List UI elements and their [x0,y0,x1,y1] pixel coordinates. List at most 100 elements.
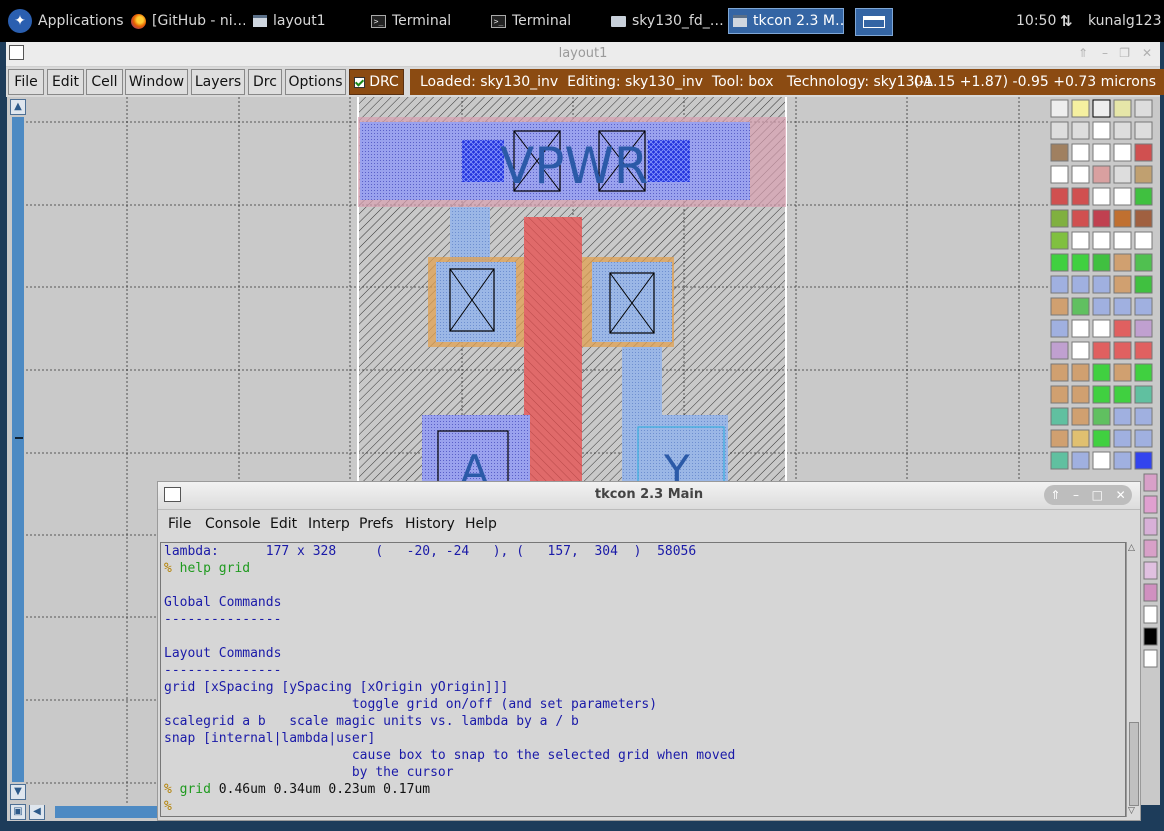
clock[interactable]: 10:50 [1016,8,1056,34]
menu-drc[interactable]: Drc [248,69,282,95]
prompt: % [164,561,172,576]
scroll-up-icon[interactable]: ▲ [10,99,26,115]
task-label: [GitHub - ni… [152,13,245,29]
console-line: Layout Commands [164,646,282,661]
firefox-icon [131,13,146,29]
task-folder[interactable]: sky130_fd_… [611,8,723,34]
terminal-icon: >_ [371,14,386,28]
task-firefox[interactable]: [GitHub - ni… [131,8,245,34]
clock-time: 10:50 [1016,13,1057,29]
cursor-coords: (-1.15 +1.87) -0.95 +0.73 microns [913,74,1156,90]
tkcon-title: tkcon 2.3 Main [594,487,704,502]
drc-toggle[interactable]: DRC [349,69,404,95]
menu-window[interactable]: Window [125,69,188,95]
menu-file[interactable]: File [8,69,44,95]
window-controls: ⇑ – □ ✕ [1044,485,1132,505]
show-desktop-button[interactable] [855,8,893,36]
console-input-prompt[interactable]: % [164,798,172,815]
task-label: sky130_fd_… [632,13,723,29]
maximize-icon[interactable]: ❐ [1119,46,1130,60]
maximize-icon[interactable]: □ [1092,488,1103,502]
terminal-icon: >_ [491,14,506,28]
window-icon [733,15,747,27]
tk-menu-edit[interactable]: Edit [270,516,297,532]
command-args: 0.46um 0.34um 0.23um 0.17um [210,782,431,797]
shade-icon[interactable]: ⇑ [1050,488,1060,502]
console-line: by the cursor [164,765,454,780]
console-line: --------------- [164,663,282,678]
close-icon[interactable]: ✕ [1142,46,1152,60]
drc-checkbox[interactable] [354,76,366,88]
window-title: layout1 [558,46,608,61]
desktop-icon [863,16,885,28]
user-menu[interactable]: kunalg123 [1088,8,1162,34]
network-arrows-icon: ⇅ [1060,12,1073,30]
vertical-scroll-thumb[interactable] [15,437,23,439]
applications-menu[interactable]: ✦ Applications [8,8,124,34]
console-line: % help grid [164,560,250,577]
vertical-scroll-track[interactable] [12,117,24,782]
xfce-logo-icon: ✦ [8,9,32,33]
scroll-left-icon[interactable]: ◀ [29,804,45,820]
console-line: snap [internal|lambda|user] [164,731,376,746]
minimize-icon[interactable]: – [1073,488,1079,502]
menu-layers[interactable]: Layers [191,69,245,95]
network-indicator[interactable]: ⇅ [1060,8,1073,34]
vpwr-label: VPWR [500,137,649,195]
username: kunalg123 [1088,13,1162,29]
prompt: % [164,782,172,797]
task-terminal-2[interactable]: >_ Terminal [491,8,601,34]
tkcon-scroll-thumb[interactable] [1129,722,1139,806]
magic-titlebar[interactable]: layout1 ⇑ – ❐ ✕ [6,42,1160,67]
status-bar: Loaded: sky130_inv Editing: sky130_inv T… [410,69,1164,95]
close-icon[interactable]: ✕ [1116,488,1126,502]
task-label: Terminal [392,13,452,29]
folder-icon [611,15,626,27]
scroll-down-icon[interactable]: ▽ [1128,806,1135,816]
tk-menu-history[interactable]: History [405,516,455,532]
tk-menu-interp[interactable]: Interp [308,516,350,532]
tkcon-menubar: File Console Edit Interp Prefs History H… [158,510,1140,540]
task-layout1[interactable]: layout1 [253,8,363,34]
tk-menu-console[interactable]: Console [205,516,261,532]
task-label: tkcon 2.3 M… [753,13,844,29]
vertical-scrollbar[interactable]: ▲ ▼ [7,97,26,805]
menu-cell[interactable]: Cell [86,69,123,95]
menu-options[interactable]: Options [285,69,346,95]
shade-icon[interactable]: ⇑ [1078,46,1088,60]
task-terminal-1[interactable]: >_ Terminal [371,8,481,34]
command: grid [179,782,211,797]
console-line: grid [xSpacing [ySpacing [xOrigin yOrigi… [164,680,509,695]
tkcon-window: tkcon 2.3 Main ⇑ – □ ✕ File Console Edit… [157,481,1141,821]
console-line: cause box to snap to the selected grid w… [164,748,736,763]
tkcon-console-output[interactable]: lambda: 177 x 328 ( -20, -24 ), ( 157, 3… [160,542,1126,817]
tk-menu-file[interactable]: File [168,516,191,532]
taskbar: ✦ Applications [GitHub - ni… layout1 >_ … [0,0,1164,42]
console-line: toggle grid on/off (and set parameters) [164,697,658,712]
command: help grid [179,561,251,576]
drc-label: DRC [369,74,399,90]
horizontal-scroll-track[interactable] [55,806,162,818]
minimize-icon[interactable]: – [1102,46,1108,60]
tkcon-titlebar[interactable]: tkcon 2.3 Main ⇑ – □ ✕ [158,482,1140,510]
zoom-box-icon[interactable]: ▣ [10,804,26,820]
task-label: layout1 [273,13,326,29]
applications-label: Applications [38,13,124,29]
window-icon [253,15,267,27]
task-tkcon[interactable]: tkcon 2.3 M… [728,8,844,34]
horizontal-scrollbar[interactable]: ▣ ◀ [7,803,162,821]
scroll-down-icon[interactable]: ▼ [10,784,26,800]
console-line: scalegrid a b scale magic units vs. lamb… [164,714,579,729]
scroll-up-icon[interactable]: △ [1128,543,1135,553]
tkcon-scrollbar[interactable]: △ ▽ [1126,542,1139,817]
tk-menu-help[interactable]: Help [465,516,497,532]
console-line: Global Commands [164,595,282,610]
vpwr-via-left [462,140,504,182]
magic-menubar: File Edit Cell Window Layers Drc Options… [6,67,1164,97]
menu-edit[interactable]: Edit [47,69,84,95]
vpwr-via-right [648,140,690,182]
task-label: Terminal [512,13,572,29]
tk-menu-prefs[interactable]: Prefs [359,516,393,532]
console-line: % grid 0.46um 0.34um 0.23um 0.17um [164,781,430,798]
status-text: Loaded: sky130_inv Editing: sky130_inv T… [420,74,933,90]
